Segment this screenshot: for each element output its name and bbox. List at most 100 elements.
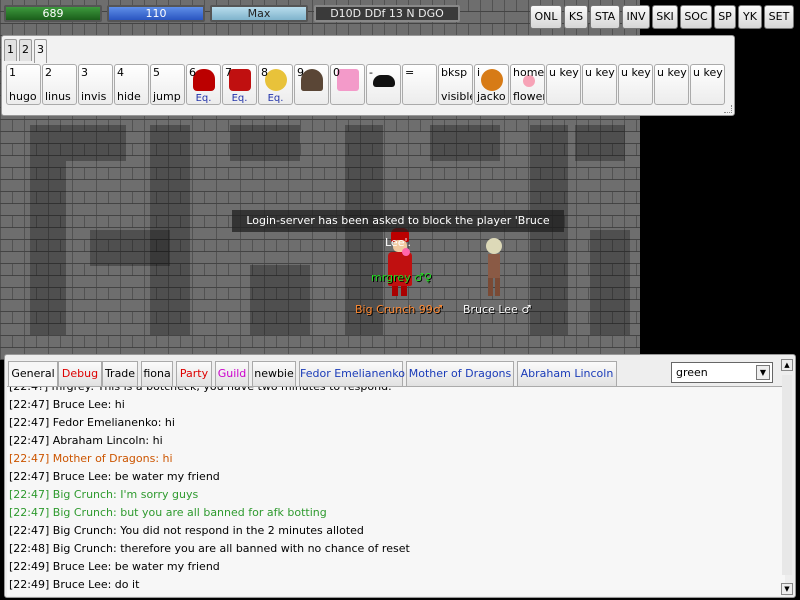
- equipped-label: Eq.: [267, 93, 284, 104]
- chat-tab-general[interactable]: General: [8, 361, 58, 386]
- wall-shadow: [30, 125, 66, 335]
- shortcut-tab-3[interactable]: 3: [34, 39, 47, 63]
- settings-button[interactable]: SET: [764, 5, 794, 29]
- shortcut-key: bksp: [441, 66, 468, 79]
- shortcut-slot[interactable]: home flowers: [510, 64, 545, 105]
- chat-line: [22:49] Bruce Lee: be water my friend: [9, 560, 220, 573]
- shortcut-key: 4: [117, 66, 124, 79]
- gm-character-name[interactable]: Big Crunch 99♂: [355, 303, 443, 316]
- shortcut-key: 3: [81, 66, 88, 79]
- shortcut-key: u key: [585, 66, 615, 79]
- chat-line: [22:47] Big Crunch: I'm sorry guys: [9, 488, 199, 501]
- resize-grip[interactable]: [724, 105, 732, 113]
- online-button[interactable]: ONL: [530, 5, 562, 29]
- character-leg: [392, 286, 398, 296]
- chat-tab-debug[interactable]: Debug: [58, 361, 102, 386]
- yk-button[interactable]: YK: [738, 5, 762, 29]
- chat-tab-guild[interactable]: Guild: [215, 361, 249, 386]
- social-button[interactable]: SOC: [680, 5, 712, 29]
- chat-tab-mother-of-dragons[interactable]: Mother of Dragons: [406, 361, 514, 386]
- chat-window: General Debug Trade fiona Party Guild newbie Fe…: [4, 354, 796, 598]
- chat-line: [22:47] Bruce Lee: be water my friend: [9, 470, 220, 483]
- scroll-down-icon[interactable]: ▼: [781, 583, 793, 595]
- spells-button[interactable]: SP: [714, 5, 736, 29]
- shortcut-key: 8: [261, 66, 268, 79]
- shortcut-label: hide: [117, 90, 141, 103]
- chat-line: [22:48] Big Crunch: therefore you are al…: [9, 542, 410, 555]
- inventory-button[interactable]: INV: [622, 5, 650, 29]
- shortcut-key: 2: [45, 66, 52, 79]
- shortcut-label: invis: [81, 90, 107, 103]
- shortcut-key: u key: [549, 66, 579, 79]
- equipped-label: Eq.: [195, 93, 212, 104]
- chat-scrollbar[interactable]: ▲ ▼: [781, 359, 793, 595]
- scroll-track[interactable]: [782, 375, 792, 575]
- shortcut-tab-1[interactable]: 1: [4, 39, 17, 61]
- shortcut-slot[interactable]: 4 hide: [114, 64, 149, 105]
- xp-bar: Max: [210, 5, 308, 22]
- shortcut-slot[interactable]: u key: [582, 64, 617, 105]
- ks-button[interactable]: KS: [564, 5, 588, 29]
- chat-tab-fedor-emelianenko[interactable]: Fedor Emelianenko: [299, 361, 405, 386]
- shortcut-slot[interactable]: 7 Eq.: [222, 64, 257, 105]
- shortcut-key: i: [477, 66, 481, 79]
- shortcut-label: flowers: [513, 90, 544, 103]
- stats-button[interactable]: STA: [590, 5, 620, 29]
- shortcut-slot[interactable]: 8 Eq.: [258, 64, 293, 105]
- shortcut-slot[interactable]: u key: [690, 64, 725, 105]
- shortcut-key: -: [369, 66, 373, 79]
- chat-line: [22:49] Bruce Lee: do it: [9, 578, 140, 591]
- wall-shadow: [590, 230, 630, 335]
- channel-select[interactable]: green ▼: [671, 362, 773, 383]
- chat-line: [22:47] Abraham Lincoln: hi: [9, 434, 163, 447]
- chat-line: [22:47] Mother of Dragons: hi: [9, 452, 173, 465]
- scroll-up-icon[interactable]: ▲: [781, 359, 793, 371]
- shortcut-label: visible: [441, 90, 473, 103]
- wall-shadow: [230, 125, 300, 161]
- shortcut-slot[interactable]: =: [402, 64, 437, 105]
- skills-button[interactable]: SKI: [652, 5, 678, 29]
- red-robe-icon: [229, 69, 251, 91]
- shortcut-window: 1 2 3 1 hugo 2 linus 3 invis 4 hide 5 jump 6 Eq. 7 Eq…: [1, 35, 735, 116]
- bruce-lee-character-sprite[interactable]: [484, 238, 504, 296]
- chat-line: [22:47] Big Crunch: but you are all bann…: [9, 506, 327, 519]
- wall-shadow: [430, 125, 500, 161]
- shortcut-key: 0: [333, 66, 340, 79]
- shortcut-slot[interactable]: 2 linus: [42, 64, 77, 105]
- shortcut-slot[interactable]: bksp visible: [438, 64, 473, 105]
- gm-hat-icon: [193, 69, 215, 91]
- shortcut-slot[interactable]: i jacko: [474, 64, 509, 105]
- shortcut-slot[interactable]: u key: [546, 64, 581, 105]
- shortcut-slot[interactable]: 9: [294, 64, 329, 105]
- character-leg: [495, 278, 500, 296]
- wall-shadow: [90, 230, 170, 266]
- shortcut-slot[interactable]: -: [366, 64, 401, 105]
- chat-tab-fiona[interactable]: fiona: [141, 361, 173, 386]
- shortcut-key: 1: [9, 66, 16, 79]
- shortcut-key: 7: [225, 66, 232, 79]
- chat-line: [22:47] Big Crunch: You did not respond …: [9, 524, 364, 537]
- shortcut-slot[interactable]: u key: [654, 64, 689, 105]
- brown-hat-icon: [301, 69, 323, 91]
- shortcut-slot[interactable]: 3 invis: [78, 64, 113, 105]
- shortcut-slot[interactable]: 5 jump: [150, 64, 185, 105]
- chat-tab-party[interactable]: Party: [176, 361, 212, 386]
- chevron-down-icon[interactable]: ▼: [756, 365, 770, 380]
- gold-coins-icon: [265, 69, 287, 91]
- chat-log: [22:4?] mrgrey: This is a botcheck, you …: [7, 386, 785, 596]
- chat-tab-trade[interactable]: Trade: [102, 361, 138, 386]
- shortcut-slot[interactable]: 1 hugo: [6, 64, 41, 105]
- shortcut-slot[interactable]: u key: [618, 64, 653, 105]
- chat-tab-abraham-lincoln[interactable]: Abraham Lincoln: [517, 361, 617, 386]
- gm-label: mrgrey ♂♀: [371, 271, 432, 284]
- mp-bar: 110: [107, 5, 205, 22]
- pink-shirt-icon: [337, 69, 359, 91]
- other-character-name[interactable]: Bruce Lee ♂: [463, 303, 531, 316]
- chat-tab-newbie[interactable]: newbie: [252, 361, 296, 386]
- wall-shadow: [66, 125, 126, 161]
- shortcut-label: linus: [45, 90, 71, 103]
- shortcut-tab-2[interactable]: 2: [19, 39, 32, 61]
- shortcut-slot[interactable]: 6 Eq.: [186, 64, 221, 105]
- server-notice: Login-server has been asked to block the…: [232, 210, 564, 249]
- shortcut-slot[interactable]: 0: [330, 64, 365, 105]
